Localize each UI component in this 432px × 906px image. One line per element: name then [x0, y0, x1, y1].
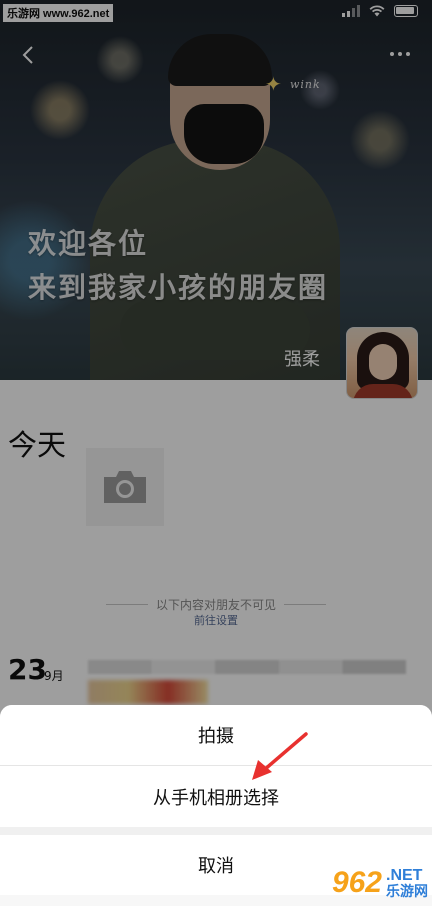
watermark-suffix: .NET	[386, 867, 423, 884]
choose-from-album-button[interactable]: 从手机相册选择	[0, 766, 432, 827]
watermark-number: 962	[331, 866, 382, 899]
sheet-gap	[0, 827, 432, 835]
annotation-arrow-icon	[252, 732, 308, 780]
watermark-name: 乐游网	[386, 883, 428, 899]
watermark-bottom: 962 .NET 乐游网	[332, 866, 428, 900]
shoot-button[interactable]: 拍摄	[0, 705, 432, 765]
